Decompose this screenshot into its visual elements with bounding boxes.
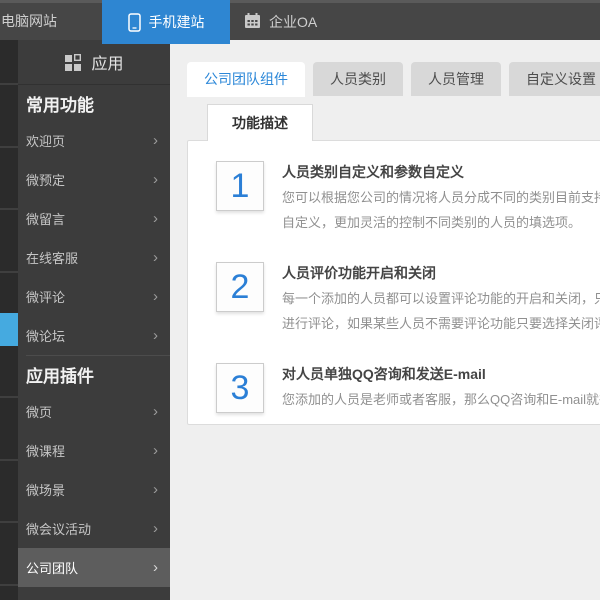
sidebar-item-micro-course[interactable]: 微课程 ›	[18, 431, 170, 470]
feature-description-line: 每一个添加的人员都可以设置评论功能的开启和关闭，只有注册您	[282, 291, 600, 306]
topbar-tab-mobile-label: 手机建站	[148, 14, 205, 30]
feature-item-2: 2 人员评价功能开启和关闭 每一个添加的人员都可以设置评论功能的开启和关闭，只有…	[216, 262, 600, 336]
feature-item-3: 3 对人员单独QQ咨询和发送E-mail 您添加的人员是老师或者客服，那么QQ咨…	[216, 363, 600, 413]
tab-company-team-component[interactable]: 公司团队组件	[187, 62, 305, 97]
sidebar-item-micro-comment[interactable]: 微评论 ›	[18, 277, 170, 316]
rail-divider	[0, 396, 18, 398]
chevron-right-icon: ›	[153, 249, 158, 266]
feature-description-line: 进行评论，如果某些人员不需要评论功能只要选择关闭评论功能就	[282, 316, 600, 331]
chevron-right-icon: ›	[153, 210, 158, 227]
sidebar-item-label: 微预定	[26, 173, 66, 188]
top-bar: 电脑网站 手机建站 企业OA	[0, 0, 600, 44]
chevron-right-icon: ›	[153, 481, 158, 498]
sidebar-menu: 应用 常用功能 欢迎页 › 微预定 › 微留言 › 在线客服 › 微评论 › 微…	[18, 40, 170, 587]
rail-divider	[0, 521, 18, 523]
sidebar-item-label: 在线客服	[26, 251, 79, 266]
feature-title: 对人员单独QQ咨询和发送E-mail	[282, 366, 486, 382]
sidebar-item-micro-booking[interactable]: 微预定 ›	[18, 160, 170, 199]
sidebar-item-label: 欢迎页	[26, 134, 66, 149]
topbar-tab-enterprise-oa[interactable]: 企业OA	[244, 3, 317, 40]
tab-personnel-category[interactable]: 人员类别	[313, 62, 403, 96]
sidebar-item-label: 微评论	[26, 290, 66, 305]
feature-text: 人员类别自定义和参数自定义 您可以根据您公司的情况将人员分成不同的类别目前支持二…	[282, 161, 600, 235]
sidebar-item-label: 微场景	[26, 483, 66, 498]
sidebar-item-label: 微会议活动	[26, 522, 92, 537]
rail-divider	[0, 584, 18, 586]
feature-number-badge: 3	[216, 363, 264, 413]
sidebar-rail	[0, 40, 18, 600]
rail-divider	[0, 208, 18, 210]
sidebar-item-company-team[interactable]: 公司团队 ›	[18, 548, 170, 587]
subtab-feature-description[interactable]: 功能描述	[207, 104, 313, 141]
rail-divider	[0, 146, 18, 148]
sidebar: 应用 常用功能 欢迎页 › 微预定 › 微留言 › 在线客服 › 微评论 › 微…	[0, 40, 170, 600]
sidebar-item-micro-scene[interactable]: 微场景 ›	[18, 470, 170, 509]
sidebar-item-label: 微课程	[26, 444, 66, 459]
topbar-tab-mobile-site[interactable]: 手机建站	[102, 0, 230, 44]
sidebar-item-apps-label: 应用	[91, 56, 124, 73]
phone-icon	[127, 12, 141, 32]
sidebar-item-label: 微页	[26, 405, 53, 420]
sidebar-item-online-service[interactable]: 在线客服 ›	[18, 238, 170, 277]
feature-description-line: 您可以根据您公司的情况将人员分成不同的类别目前支持二级分类	[282, 190, 600, 205]
feature-title: 人员类别自定义和参数自定义	[282, 164, 464, 180]
chevron-right-icon: ›	[153, 442, 158, 459]
chevron-right-icon: ›	[153, 288, 158, 305]
sidebar-item-micro-message[interactable]: 微留言 ›	[18, 199, 170, 238]
feature-number-badge: 1	[216, 161, 264, 211]
sidebar-item-apps[interactable]: 应用	[18, 40, 170, 85]
feature-description-line: 您添加的人员是老师或者客服，那么QQ咨询和E-mail就很方便的让	[282, 392, 600, 407]
calendar-icon	[244, 13, 261, 30]
rail-divider	[0, 83, 18, 85]
chevron-right-icon: ›	[153, 171, 158, 188]
sidebar-section-plugins: 应用插件	[26, 366, 94, 386]
chevron-right-icon: ›	[153, 559, 158, 576]
topbar-tab-oa-label: 企业OA	[269, 13, 318, 30]
sidebar-item-label: 公司团队	[26, 561, 79, 576]
app-grid-icon	[64, 53, 82, 71]
feature-number-badge: 2	[216, 262, 264, 312]
feature-text: 人员评价功能开启和关闭 每一个添加的人员都可以设置评论功能的开启和关闭，只有注册…	[282, 262, 600, 336]
feature-text: 对人员单独QQ咨询和发送E-mail 您添加的人员是老师或者客服，那么QQ咨询和…	[282, 363, 600, 413]
feature-description-line: 自定义，更加灵活的控制不同类别的人员的填选项。	[282, 215, 582, 230]
topbar-tab-pc-site[interactable]: 电脑网站	[1, 3, 57, 40]
chevron-right-icon: ›	[153, 132, 158, 149]
sidebar-item-welcome-page[interactable]: 欢迎页 ›	[18, 121, 170, 160]
rail-active-indicator	[0, 313, 18, 346]
feature-description-card: 1 人员类别自定义和参数自定义 您可以根据您公司的情况将人员分成不同的类别目前支…	[187, 140, 600, 425]
chevron-right-icon: ›	[153, 520, 158, 537]
tab-personnel-management[interactable]: 人员管理	[411, 62, 501, 96]
sidebar-section-common: 常用功能	[26, 95, 94, 115]
feature-title: 人员评价功能开启和关闭	[282, 265, 436, 281]
sidebar-item-micro-meeting[interactable]: 微会议活动 ›	[18, 509, 170, 548]
main-content: 公司团队组件 人员类别 人员管理 自定义设置 评价设置 功能描述 1 人员类别自…	[170, 40, 600, 600]
sidebar-item-micro-page[interactable]: 微页 ›	[18, 392, 170, 431]
rail-divider	[0, 459, 18, 461]
sidebar-item-micro-forum[interactable]: 微论坛 ›	[18, 316, 170, 355]
chevron-right-icon: ›	[153, 403, 158, 420]
feature-item-1: 1 人员类别自定义和参数自定义 您可以根据您公司的情况将人员分成不同的类别目前支…	[216, 161, 600, 235]
chevron-right-icon: ›	[153, 327, 158, 344]
sidebar-item-label: 微留言	[26, 212, 66, 227]
rail-divider	[0, 271, 18, 273]
tab-custom-settings[interactable]: 自定义设置	[509, 62, 600, 96]
tab-bar: 公司团队组件 人员类别 人员管理 自定义设置 评价设置	[187, 62, 600, 97]
sidebar-item-label: 微论坛	[26, 329, 66, 344]
